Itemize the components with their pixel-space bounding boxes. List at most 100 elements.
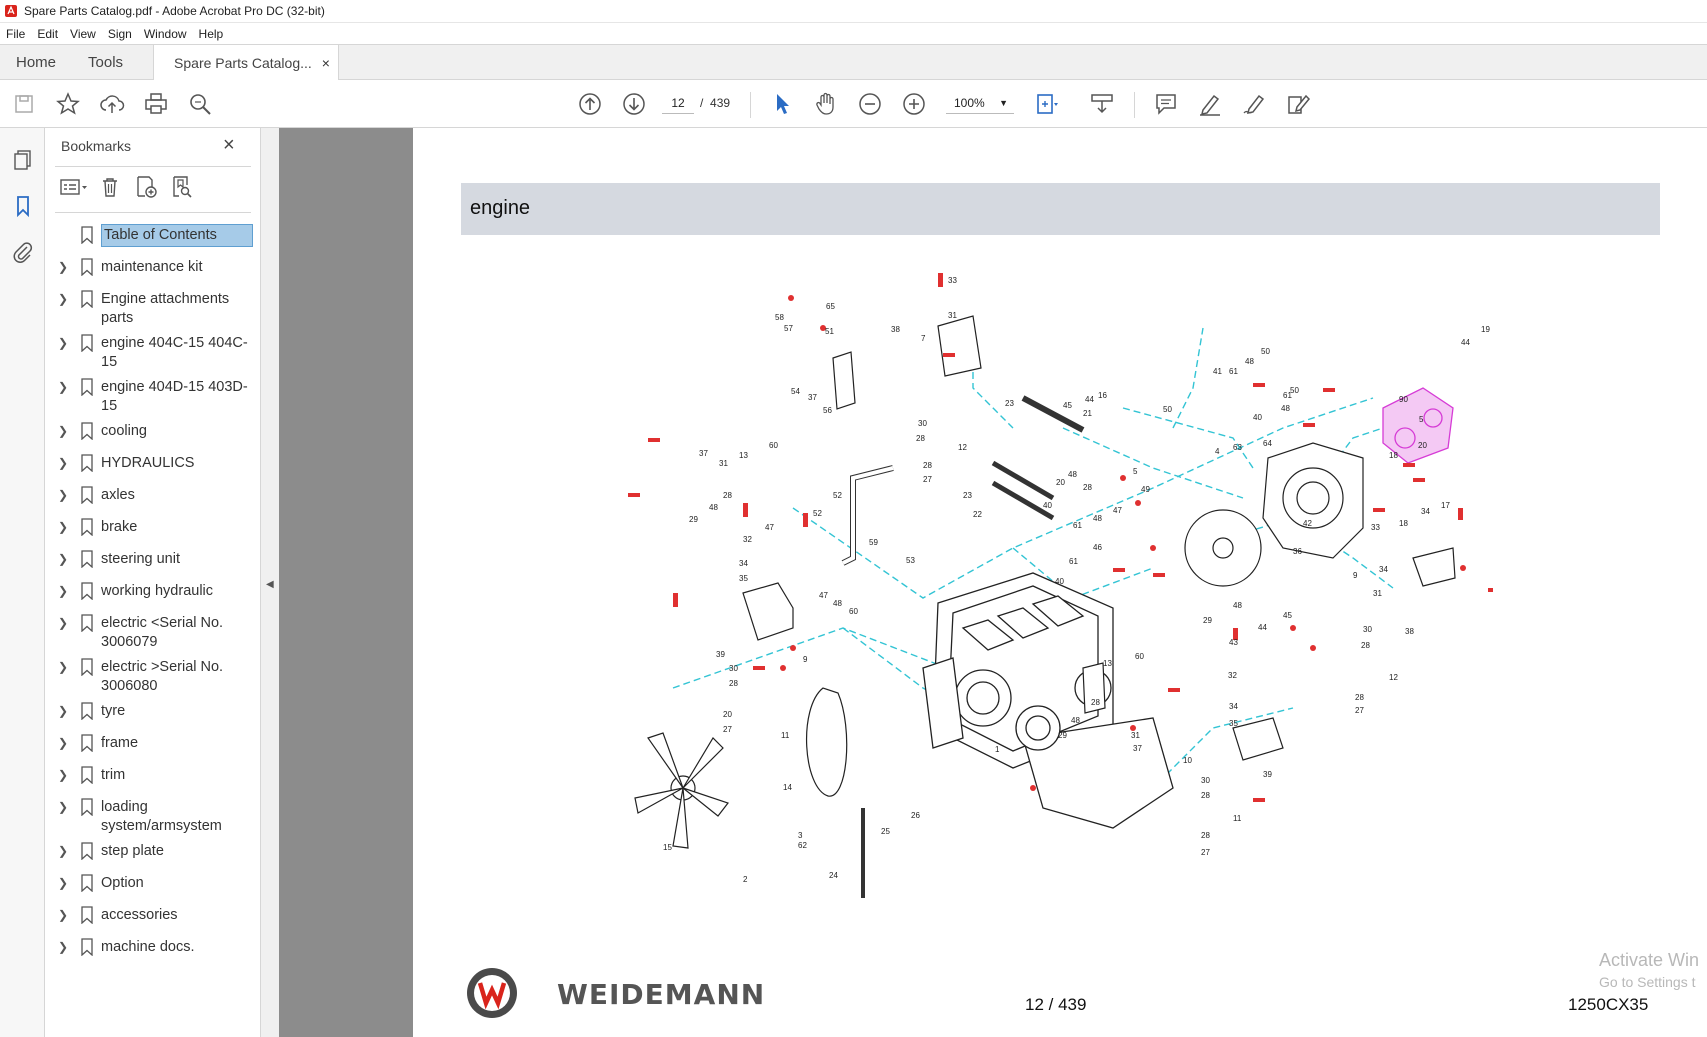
activation-watermark-sub: Go to Settings t	[1599, 974, 1696, 990]
svg-text:61: 61	[1073, 521, 1082, 530]
svg-text:9: 9	[803, 655, 808, 664]
chevron-right-icon[interactable]: ❯	[55, 658, 71, 677]
bookmark-item[interactable]: ❯ working hydraulic	[45, 576, 261, 608]
bookmark-item[interactable]: ❯ cooling	[45, 416, 261, 448]
bookmark-item[interactable]: ❯ frame	[45, 728, 261, 760]
chevron-right-icon[interactable]: ❯	[55, 290, 71, 309]
find-bookmark-button[interactable]	[167, 174, 197, 200]
bookmark-item[interactable]: ❯ step plate	[45, 836, 261, 868]
bookmark-options-button[interactable]	[59, 174, 89, 200]
menu-help[interactable]: Help	[199, 27, 224, 41]
fill-sign-button[interactable]	[1240, 90, 1268, 118]
bookmark-item[interactable]: ❯ brake	[45, 512, 261, 544]
page-fit-button[interactable]	[1032, 90, 1060, 118]
next-page-button[interactable]	[620, 90, 648, 118]
bookmark-icon	[81, 874, 93, 892]
chevron-right-icon[interactable]: ❯	[55, 734, 71, 753]
tab-home[interactable]: Home	[0, 45, 72, 79]
new-bookmark-button[interactable]	[131, 174, 161, 200]
search-button[interactable]	[186, 90, 214, 118]
previous-page-button[interactable]	[576, 90, 604, 118]
menu-sign[interactable]: Sign	[108, 27, 132, 41]
bookmark-label: cooling	[101, 423, 147, 439]
scroll-page-icon	[1091, 94, 1113, 114]
close-panel-icon[interactable]: ×	[223, 134, 235, 157]
svg-text:13: 13	[739, 451, 748, 460]
bookmark-item[interactable]: ❯ tyre	[45, 696, 261, 728]
svg-text:27: 27	[723, 725, 732, 734]
svg-text:7: 7	[921, 334, 926, 343]
bookmark-label: electric >Serial No. 3006080	[101, 659, 224, 694]
svg-text:2: 2	[743, 875, 748, 884]
bookmark-item[interactable]: ❯ steering unit	[45, 544, 261, 576]
select-tool-button[interactable]	[768, 90, 796, 118]
delete-bookmark-button[interactable]	[95, 174, 125, 200]
chevron-right-icon[interactable]: ❯	[55, 798, 71, 817]
zoom-out-button[interactable]	[856, 90, 884, 118]
menu-edit[interactable]: Edit	[37, 27, 58, 41]
chevron-right-icon[interactable]: ❯	[55, 938, 71, 957]
arrow-up-circle-icon	[579, 93, 601, 115]
bookmark-item[interactable]: ❯ trim	[45, 760, 261, 792]
bookmark-icon	[81, 422, 93, 440]
close-tab-icon[interactable]: ×	[322, 55, 330, 71]
hand-tool-button[interactable]	[812, 90, 840, 118]
svg-text:60: 60	[1135, 652, 1144, 661]
page-number-input[interactable]: 12	[662, 92, 694, 114]
bookmark-star-button[interactable]	[54, 90, 82, 118]
chevron-right-icon[interactable]: ❯	[55, 766, 71, 785]
panel-splitter[interactable]: ◀	[261, 128, 279, 1037]
edit-pdf-button[interactable]	[1284, 90, 1312, 118]
bookmark-item[interactable]: ❯ maintenance kit	[45, 252, 261, 284]
svg-text:35: 35	[739, 574, 748, 583]
bookmark-item[interactable]: ❯ engine 404D-15 403D-15	[45, 372, 261, 416]
print-button[interactable]	[142, 90, 170, 118]
chevron-right-icon[interactable]: ❯	[55, 582, 71, 601]
chevron-right-icon[interactable]: ❯	[55, 906, 71, 925]
chevron-right-icon[interactable]: ❯	[55, 874, 71, 893]
pen-highlight-icon	[1200, 94, 1220, 116]
chevron-right-icon[interactable]: ❯	[55, 334, 71, 353]
bookmark-item[interactable]: Table of Contents	[45, 220, 261, 252]
svg-text:32: 32	[1228, 671, 1237, 680]
chevron-right-icon[interactable]: ❯	[55, 614, 71, 633]
collapse-left-icon[interactable]: ◀	[266, 579, 274, 590]
scroll-mode-button[interactable]	[1088, 90, 1116, 118]
comment-button[interactable]	[1152, 90, 1180, 118]
chevron-right-icon[interactable]: ❯	[55, 518, 71, 537]
bookmark-item[interactable]: ❯ Option	[45, 868, 261, 900]
chevron-right-icon[interactable]: ❯	[55, 454, 71, 473]
zoom-level-select[interactable]: 100% ▼	[946, 92, 1014, 114]
svg-text:11: 11	[1233, 814, 1242, 823]
chevron-right-icon[interactable]: ❯	[55, 486, 71, 505]
bookmark-item[interactable]: ❯ accessories	[45, 900, 261, 932]
bookmark-item[interactable]: ❯ Engine attachments parts	[45, 284, 261, 328]
tab-tools[interactable]: Tools	[72, 45, 139, 79]
bookmark-item[interactable]: ❯ HYDRAULICS	[45, 448, 261, 480]
bookmark-item[interactable]: ❯ electric <Serial No. 3006079	[45, 608, 261, 652]
bookmark-panel-icon[interactable]	[11, 194, 35, 218]
chevron-right-icon[interactable]: ❯	[55, 550, 71, 569]
tab-document[interactable]: Spare Parts Catalog... ×	[153, 45, 339, 81]
upload-button[interactable]	[98, 90, 126, 118]
attachment-icon[interactable]	[11, 240, 35, 264]
bookmark-item[interactable]: ❯ axles	[45, 480, 261, 512]
chevron-right-icon[interactable]: ❯	[55, 422, 71, 441]
bookmark-item[interactable]: ❯ machine docs.	[45, 932, 261, 964]
bookmark-item[interactable]: ❯ engine 404C-15 404C-15	[45, 328, 261, 372]
menu-view[interactable]: View	[70, 27, 96, 41]
page-thumbnails-icon[interactable]	[11, 148, 35, 172]
svg-text:17: 17	[1441, 501, 1450, 510]
highlight-button[interactable]	[1196, 90, 1224, 118]
menu-file[interactable]: File	[6, 27, 25, 41]
chevron-right-icon[interactable]: ❯	[55, 258, 71, 277]
chevron-right-icon[interactable]: ❯	[55, 702, 71, 721]
chevron-right-icon[interactable]: ❯	[55, 842, 71, 861]
chevron-right-icon[interactable]: ❯	[55, 378, 71, 397]
bookmark-item[interactable]: ❯ loading system/armsystem	[45, 792, 261, 836]
save-button[interactable]	[10, 90, 38, 118]
bookmark-item[interactable]: ❯ electric >Serial No. 3006080	[45, 652, 261, 696]
svg-text:34: 34	[1379, 565, 1388, 574]
menu-window[interactable]: Window	[144, 27, 187, 41]
zoom-in-button[interactable]	[900, 90, 928, 118]
